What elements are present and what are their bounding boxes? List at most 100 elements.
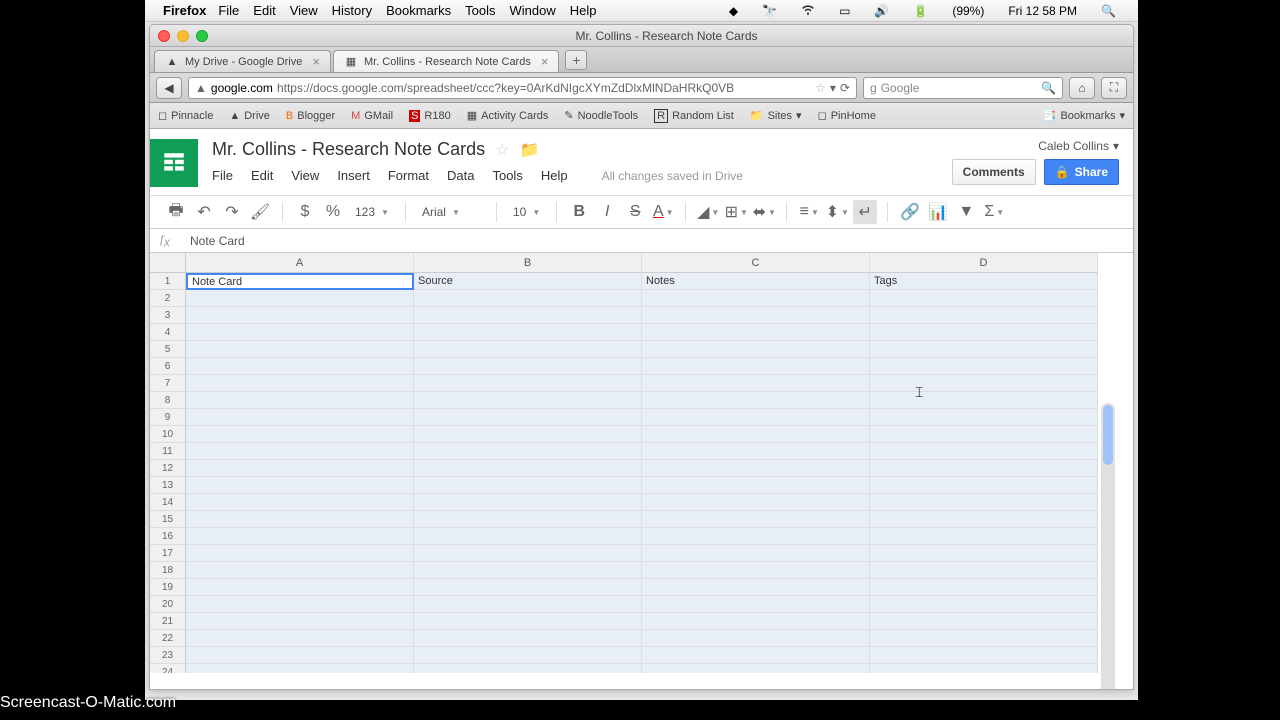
sheets-menu-format[interactable]: Format [388, 168, 429, 183]
cell[interactable] [186, 392, 414, 409]
cell[interactable] [186, 409, 414, 426]
cell[interactable] [870, 443, 1098, 460]
cell[interactable]: Source [414, 273, 642, 290]
bookmark-drive[interactable]: ▲Drive [229, 110, 270, 122]
menu-tools[interactable]: Tools [465, 3, 495, 18]
menu-edit[interactable]: Edit [253, 3, 275, 18]
insert-chart-icon[interactable]: 📊 [926, 200, 950, 224]
cell[interactable] [870, 562, 1098, 579]
cell[interactable] [186, 375, 414, 392]
col-header-d[interactable]: D [870, 253, 1098, 273]
row-header[interactable]: 11 [150, 443, 186, 460]
cell[interactable]: Notes [642, 273, 870, 290]
sheets-menu-edit[interactable]: Edit [251, 168, 273, 183]
document-title[interactable]: Mr. Collins - Research Note Cards [212, 139, 485, 160]
cell[interactable] [870, 630, 1098, 647]
cell[interactable] [870, 613, 1098, 630]
menu-history[interactable]: History [332, 3, 372, 18]
cell[interactable] [186, 545, 414, 562]
cell[interactable] [186, 647, 414, 664]
col-header-b[interactable]: B [414, 253, 642, 273]
bookmark-noodle[interactable]: ✎NoodleTools [564, 109, 638, 122]
bookmark-r180[interactable]: SR180 [409, 110, 451, 122]
row-header[interactable]: 5 [150, 341, 186, 358]
close-tab-icon[interactable]: × [312, 54, 320, 69]
wifi-icon[interactable] [801, 2, 815, 19]
cell[interactable] [870, 460, 1098, 477]
sheets-menu-insert[interactable]: Insert [337, 168, 370, 183]
close-tab-icon[interactable]: × [541, 54, 549, 69]
row-header[interactable]: 18 [150, 562, 186, 579]
cell[interactable] [642, 511, 870, 528]
cell[interactable] [642, 528, 870, 545]
bold-icon[interactable]: B [567, 200, 591, 224]
binoculars-icon[interactable]: 🔭 [762, 4, 777, 18]
font-select[interactable]: Arial▼ [416, 200, 486, 224]
row-header[interactable]: 15 [150, 511, 186, 528]
cell[interactable] [414, 341, 642, 358]
cell[interactable] [186, 324, 414, 341]
valign-icon[interactable]: ⬍▼ [825, 200, 849, 224]
currency-icon[interactable]: $ [293, 200, 317, 224]
cell[interactable] [642, 596, 870, 613]
search-input[interactable]: g Google 🔍 [863, 77, 1063, 99]
url-input[interactable]: ▲ google.com https://docs.google.com/spr… [188, 77, 857, 99]
cell[interactable] [642, 392, 870, 409]
cell[interactable] [642, 545, 870, 562]
vertical-scrollbar[interactable] [1101, 403, 1115, 690]
print-icon[interactable]: 🖶 [164, 200, 188, 224]
cell[interactable] [870, 647, 1098, 664]
bookmark-pinhome[interactable]: ◻PinHome [818, 109, 876, 122]
fullscreen-button[interactable]: ⛶ [1101, 77, 1127, 99]
tab-sheets[interactable]: ▦ Mr. Collins - Research Note Cards × [333, 50, 559, 72]
italic-icon[interactable]: I [595, 200, 619, 224]
row-header[interactable]: 7 [150, 375, 186, 392]
cell[interactable] [414, 596, 642, 613]
cell[interactable] [186, 528, 414, 545]
minimize-icon[interactable] [177, 30, 189, 42]
home-button[interactable]: ⌂ [1069, 77, 1095, 99]
cell[interactable] [642, 630, 870, 647]
cell[interactable] [414, 358, 642, 375]
bookmarks-menu[interactable]: 📑Bookmarks▾ [1043, 109, 1125, 122]
display-icon[interactable]: ▭ [839, 4, 850, 18]
status-icon[interactable]: ◆ [729, 4, 738, 18]
cell[interactable] [870, 494, 1098, 511]
row-header[interactable]: 13 [150, 477, 186, 494]
sheets-menu-help[interactable]: Help [541, 168, 568, 183]
row-header[interactable]: 17 [150, 545, 186, 562]
row-header[interactable]: 16 [150, 528, 186, 545]
cell[interactable]: Tags [870, 273, 1098, 290]
row-header[interactable]: 20 [150, 596, 186, 613]
cell[interactable] [642, 477, 870, 494]
cell[interactable] [870, 375, 1098, 392]
borders-icon[interactable]: ⊞▼ [724, 200, 748, 224]
cell[interactable] [870, 511, 1098, 528]
cell[interactable] [642, 579, 870, 596]
text-color-icon[interactable]: A▼ [651, 200, 675, 224]
cell[interactable] [870, 409, 1098, 426]
cell[interactable] [414, 664, 642, 673]
cell[interactable] [870, 341, 1098, 358]
folder-icon[interactable]: 📁 [519, 140, 539, 160]
cell[interactable] [870, 545, 1098, 562]
bookmark-random[interactable]: RRandom List [654, 109, 734, 123]
cell[interactable] [414, 511, 642, 528]
cell[interactable] [642, 409, 870, 426]
row-header[interactable]: 10 [150, 426, 186, 443]
row-header[interactable]: 14 [150, 494, 186, 511]
cell[interactable] [414, 613, 642, 630]
cell[interactable] [642, 460, 870, 477]
bookmark-star-icon[interactable]: ☆ [815, 81, 826, 95]
sheets-menu-view[interactable]: View [291, 168, 319, 183]
cell[interactable] [414, 630, 642, 647]
cell[interactable] [186, 460, 414, 477]
cell[interactable] [186, 664, 414, 673]
cell[interactable] [642, 562, 870, 579]
sheets-logo-icon[interactable] [150, 139, 198, 187]
undo-icon[interactable]: ↶ [192, 200, 216, 224]
cell[interactable] [414, 443, 642, 460]
cell[interactable] [870, 528, 1098, 545]
cell[interactable] [186, 511, 414, 528]
row-header[interactable]: 6 [150, 358, 186, 375]
